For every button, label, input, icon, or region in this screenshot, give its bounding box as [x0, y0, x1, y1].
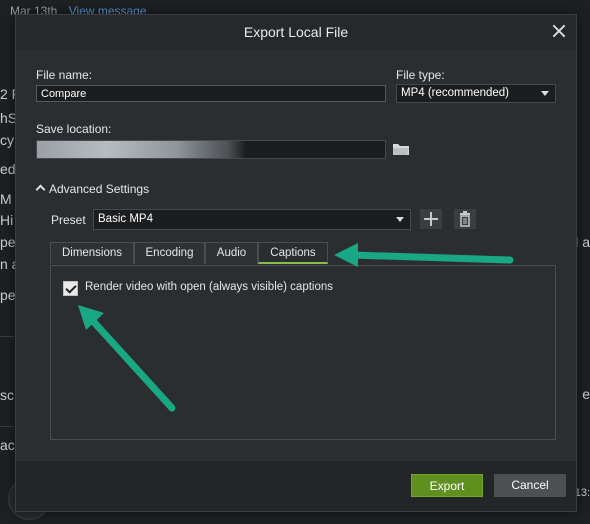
- background-text: pe: [0, 287, 16, 303]
- background-text: sc: [0, 387, 14, 403]
- preset-select[interactable]: Basic MP4: [93, 209, 411, 230]
- tab-captions[interactable]: Captions: [258, 242, 328, 264]
- background-divider: [0, 336, 14, 337]
- open-captions-checkbox[interactable]: [63, 281, 78, 296]
- chevron-down-icon: [541, 91, 549, 96]
- preset-value: Basic MP4: [98, 213, 153, 225]
- preset-label: Preset: [51, 213, 86, 227]
- open-captions-label: Render video with open (always visible) …: [85, 281, 334, 293]
- background-text: cy: [0, 132, 14, 148]
- background-divider: [0, 426, 14, 427]
- save-location-input[interactable]: [36, 140, 386, 159]
- folder-icon[interactable]: [391, 140, 411, 158]
- dialog-footer: [16, 461, 576, 511]
- dialog-titlebar: Export Local File: [16, 15, 576, 49]
- file-name-label: File name:: [36, 68, 93, 82]
- export-button[interactable]: Export: [411, 474, 483, 497]
- chevron-up-icon[interactable]: [35, 184, 46, 195]
- background-text: Hi: [0, 212, 14, 228]
- cancel-button[interactable]: Cancel: [494, 474, 566, 497]
- file-name-input[interactable]: Compare: [36, 85, 386, 102]
- export-dialog: Export Local File File name: Compare Fil…: [15, 14, 577, 512]
- file-type-select[interactable]: MP4 (recommended): [396, 84, 556, 103]
- save-location-label: Save location:: [36, 122, 112, 136]
- tab-audio[interactable]: Audio: [205, 242, 258, 264]
- file-type-value: MP4 (recommended): [401, 87, 510, 99]
- delete-preset-icon[interactable]: [454, 209, 476, 229]
- file-type-label: File type:: [396, 68, 445, 82]
- close-icon[interactable]: [552, 24, 566, 38]
- advanced-settings-toggle[interactable]: Advanced Settings: [49, 182, 149, 196]
- tab-dimensions[interactable]: Dimensions: [50, 242, 134, 264]
- dialog-title: Export Local File: [243, 24, 349, 40]
- tab-encoding[interactable]: Encoding: [134, 242, 205, 264]
- background-text: M: [0, 191, 12, 207]
- add-preset-icon[interactable]: [420, 209, 442, 229]
- background-text: ed: [0, 161, 16, 177]
- chevron-down-icon: [396, 217, 404, 222]
- background-text: e: [582, 386, 590, 402]
